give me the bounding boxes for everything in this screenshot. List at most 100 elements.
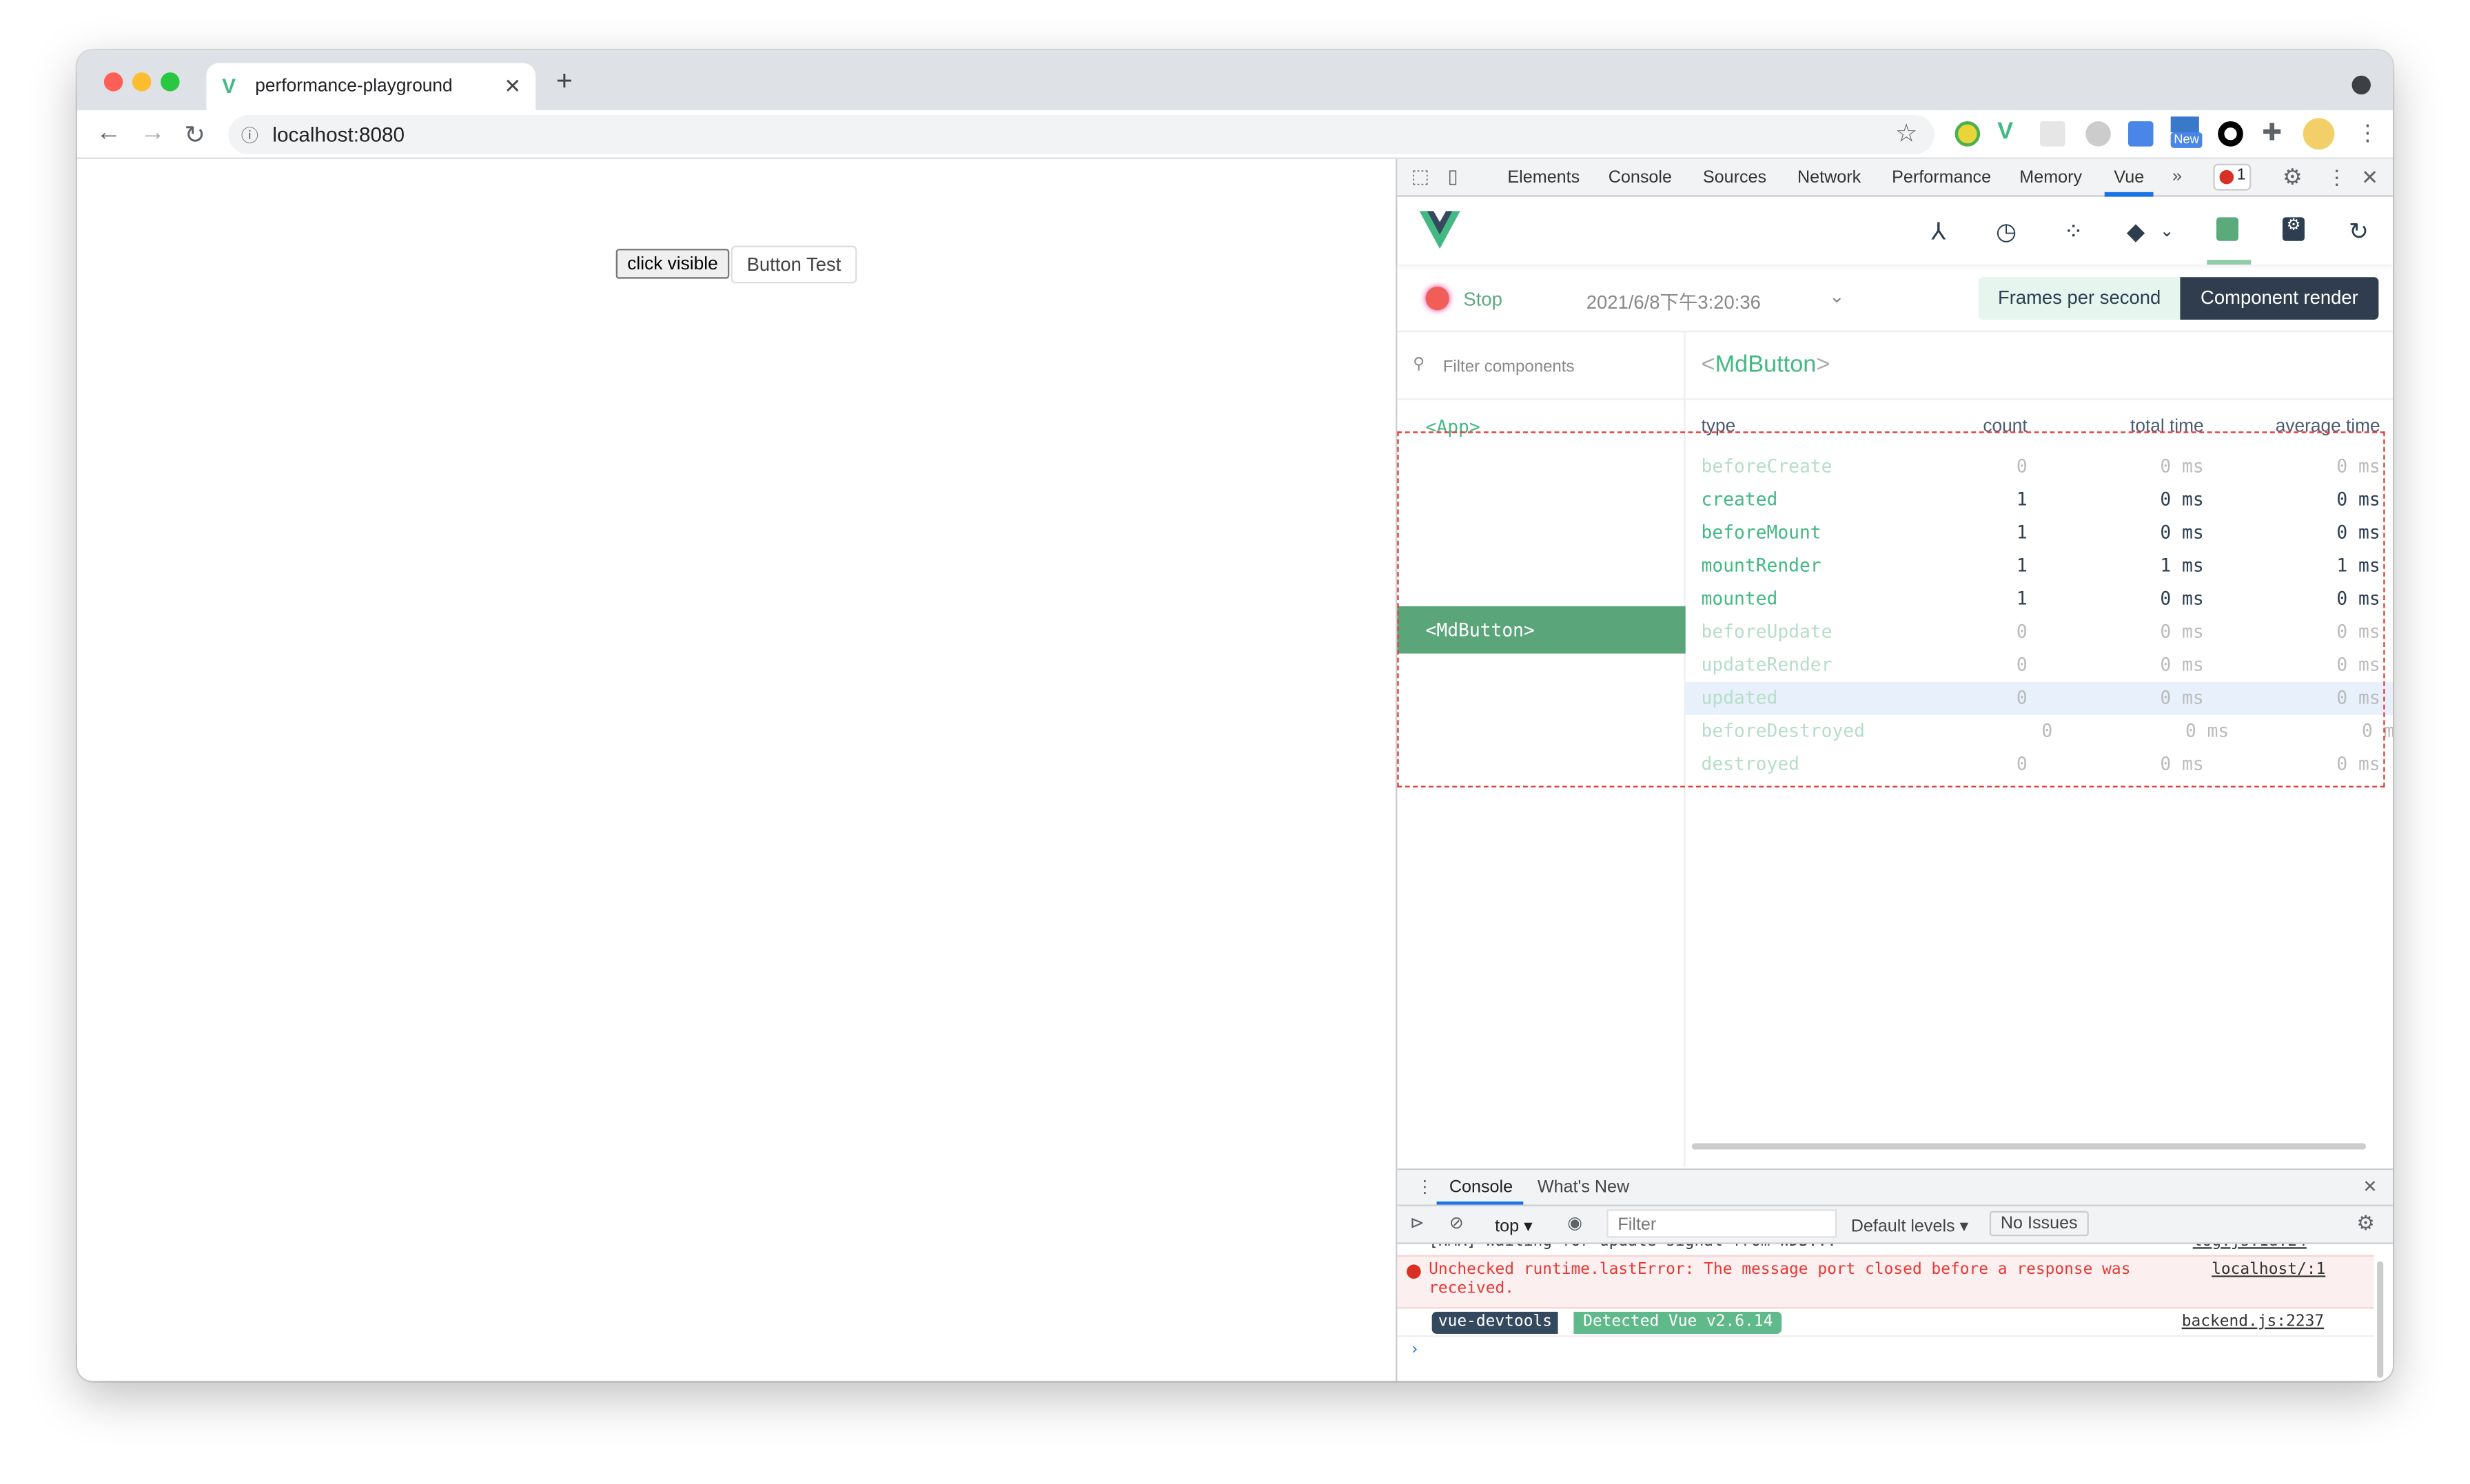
bookmark-star-icon[interactable]: ☆ bbox=[1895, 118, 1918, 150]
back-icon[interactable]: ← bbox=[96, 120, 121, 148]
inspect-element-icon[interactable]: ⬚ bbox=[1411, 165, 1429, 187]
vue-toolbar: ⅄ ◷ ⁘ ◆ ⌄ ⚙ ↻ bbox=[1397, 196, 2393, 265]
devtools-tabbar: ⬚ ▯ Elements Console Sources Network Per… bbox=[1397, 158, 2393, 197]
extension-new-icon[interactable] bbox=[2170, 116, 2199, 132]
context-value: top bbox=[1495, 1217, 1520, 1237]
close-window-button[interactable] bbox=[103, 72, 123, 92]
console-source-link[interactable]: log.js:1d:24 bbox=[2193, 1244, 2307, 1250]
maximize-window-button[interactable] bbox=[161, 72, 180, 92]
tab-vue[interactable]: Vue bbox=[2114, 169, 2144, 187]
error-count: 1 bbox=[2236, 167, 2246, 185]
component-render-button[interactable]: Component render bbox=[2180, 277, 2379, 320]
console-scrollbar[interactable] bbox=[2377, 1261, 2384, 1378]
tab-sources[interactable]: Sources bbox=[1703, 169, 1766, 187]
error-counter[interactable]: 1 bbox=[2213, 163, 2252, 191]
minimize-window-button[interactable] bbox=[132, 72, 152, 92]
filter-components-input[interactable]: Filter components bbox=[1443, 358, 1575, 376]
history-icon[interactable]: ◷ bbox=[1996, 217, 2017, 246]
info-icon: ⓘ bbox=[241, 127, 258, 147]
context-select[interactable]: top ▾ bbox=[1495, 1216, 1533, 1237]
url-field[interactable]: ⓘ localhost:8080 ☆ bbox=[228, 114, 1935, 154]
extension-plus-icon[interactable] bbox=[1954, 121, 1981, 147]
new-badge: New bbox=[2170, 132, 2203, 148]
sidebar-toggle-icon[interactable]: ⊳ bbox=[1410, 1213, 1425, 1233]
browser-tab[interactable]: V performance-playground ✕ bbox=[206, 63, 536, 110]
devtools-menu-icon[interactable]: ⋮ bbox=[2327, 165, 2347, 191]
url-text: localhost:8080 bbox=[272, 123, 405, 147]
settings-icon[interactable]: ⚙ bbox=[2282, 217, 2305, 241]
close-drawer-icon[interactable]: ✕ bbox=[2363, 1176, 2378, 1197]
console-error-row: Unchecked runtime.lastError: The message… bbox=[1397, 1255, 2374, 1309]
frames-per-second-button[interactable]: Frames per second bbox=[1978, 277, 2181, 320]
detail-title: <MdButton> bbox=[1701, 351, 1830, 378]
routing-icon[interactable]: ◆ bbox=[2127, 217, 2145, 246]
ring-extension-icon[interactable] bbox=[2218, 121, 2243, 147]
detail-title-text: MdButton bbox=[1715, 351, 1817, 378]
google-translate-icon[interactable] bbox=[2127, 121, 2154, 147]
button-test[interactable]: Button Test bbox=[731, 245, 857, 284]
error-icon bbox=[2219, 169, 2234, 185]
react-extension-icon[interactable] bbox=[2039, 121, 2065, 147]
tab-performance[interactable]: Performance bbox=[1892, 169, 1991, 187]
devtools-panel: ⬚ ▯ Elements Console Sources Network Per… bbox=[1396, 158, 2393, 1381]
console-settings-icon[interactable]: ⚙ bbox=[2356, 1211, 2375, 1237]
cat-extension-icon[interactable] bbox=[2085, 121, 2111, 147]
components-icon[interactable]: ⅄ bbox=[1931, 217, 1946, 246]
issues-button[interactable]: No Issues bbox=[1989, 1210, 2089, 1237]
new-tab-button[interactable]: + bbox=[556, 65, 573, 98]
timestamp-select[interactable]: 2021/6/8下午3:20:36 bbox=[1586, 288, 1761, 315]
tab-memory[interactable]: Memory bbox=[2019, 169, 2082, 187]
log-levels-select[interactable]: Default levels ▾ bbox=[1850, 1216, 1969, 1237]
vuex-icon[interactable]: ⁘ bbox=[2063, 217, 2083, 246]
console-source-link[interactable]: backend.js:2237 bbox=[2182, 1313, 2324, 1330]
console-filter-input[interactable]: Filter bbox=[1606, 1209, 1837, 1238]
browser-menu-icon[interactable]: ⋮ bbox=[2356, 120, 2378, 147]
tab-elements[interactable]: Elements bbox=[1507, 169, 1580, 187]
active-tab-indicator bbox=[2104, 192, 2154, 197]
vue-devtools-badge: vue-devtools bbox=[1431, 1311, 1559, 1334]
device-toolbar-icon[interactable]: ▯ bbox=[1448, 165, 1458, 187]
drawer-tab-whats-new[interactable]: What's New bbox=[1538, 1178, 1629, 1197]
click-visible-button[interactable]: click visible bbox=[615, 249, 730, 279]
reload-icon[interactable]: ↻ bbox=[184, 120, 205, 152]
tab-network[interactable]: Network bbox=[1797, 169, 1861, 187]
profile-avatar[interactable] bbox=[2303, 118, 2335, 150]
console-toolbar: ⊳ ⊘ top ▾ ◉ Filter Default levels ▾ No I… bbox=[1397, 1206, 2393, 1244]
filter-box[interactable]: ⚲ Filter components bbox=[1397, 332, 1686, 400]
routing-chevron-icon[interactable]: ⌄ bbox=[2160, 220, 2174, 240]
more-tabs-icon[interactable]: » bbox=[2172, 167, 2182, 185]
browser-window: V performance-playground ✕ + ← → ↻ ⓘ loc… bbox=[76, 50, 2393, 1381]
tab-search-icon[interactable] bbox=[2351, 75, 2371, 95]
vue-devtools-extension-icon[interactable]: V bbox=[1997, 118, 2013, 145]
page-content: click visible Button Test bbox=[76, 158, 1396, 1381]
detected-vue-badge: Detected Vue v2.6.14 bbox=[1573, 1311, 1783, 1334]
drawer-active-indicator bbox=[1436, 1201, 1524, 1205]
performance-toolbar: Stop 2021/6/8下午3:20:36 ⌄ Frames per seco… bbox=[1397, 265, 2393, 333]
forward-icon[interactable]: → bbox=[140, 120, 165, 148]
console-messages: [HMR] Waiting for update signal from WDS… bbox=[1397, 1244, 2374, 1381]
stop-button[interactable]: Stop bbox=[1463, 288, 1502, 310]
settings-gear-icon[interactable]: ⚙ bbox=[2283, 164, 2303, 191]
extensions-puzzle-icon[interactable]: ✚ bbox=[2262, 118, 2282, 147]
console-devtools-row: vue-devtools Detected Vue v2.6.14 backen… bbox=[1397, 1308, 2374, 1337]
drawer-tab-console[interactable]: Console bbox=[1449, 1178, 1513, 1197]
levels-value: Default levels bbox=[1850, 1217, 1955, 1237]
live-expression-eye-icon[interactable]: ◉ bbox=[1567, 1213, 1582, 1233]
clear-console-icon[interactable]: ⊘ bbox=[1449, 1213, 1464, 1233]
console-message-hmr: [HMR] Waiting for update signal from WDS… bbox=[1429, 1244, 1837, 1250]
close-tab-icon[interactable]: ✕ bbox=[504, 74, 521, 99]
refresh-icon[interactable]: ↻ bbox=[2349, 217, 2369, 246]
record-stop-icon[interactable] bbox=[1425, 286, 1449, 311]
tab-console[interactable]: Console bbox=[1609, 169, 1672, 187]
search-icon: ⚲ bbox=[1413, 355, 1425, 373]
console-prompt-icon[interactable]: › bbox=[1410, 1341, 1420, 1359]
console-source-link[interactable]: localhost/:1 bbox=[2212, 1261, 2325, 1279]
horizontal-scrollbar[interactable] bbox=[1691, 1143, 2367, 1150]
close-devtools-icon[interactable]: ✕ bbox=[2361, 165, 2378, 191]
drawer-tabbar: ⋮ Console What's New ✕ bbox=[1397, 1170, 2393, 1206]
performance-icon[interactable] bbox=[2216, 217, 2238, 241]
drawer-menu-icon[interactable]: ⋮ bbox=[1416, 1176, 1433, 1197]
highlight-box bbox=[1397, 431, 2385, 787]
chevron-down-icon[interactable]: ⌄ bbox=[1829, 285, 1845, 307]
screen: V performance-playground ✕ + ← → ↻ ⓘ loc… bbox=[0, 0, 2470, 1484]
